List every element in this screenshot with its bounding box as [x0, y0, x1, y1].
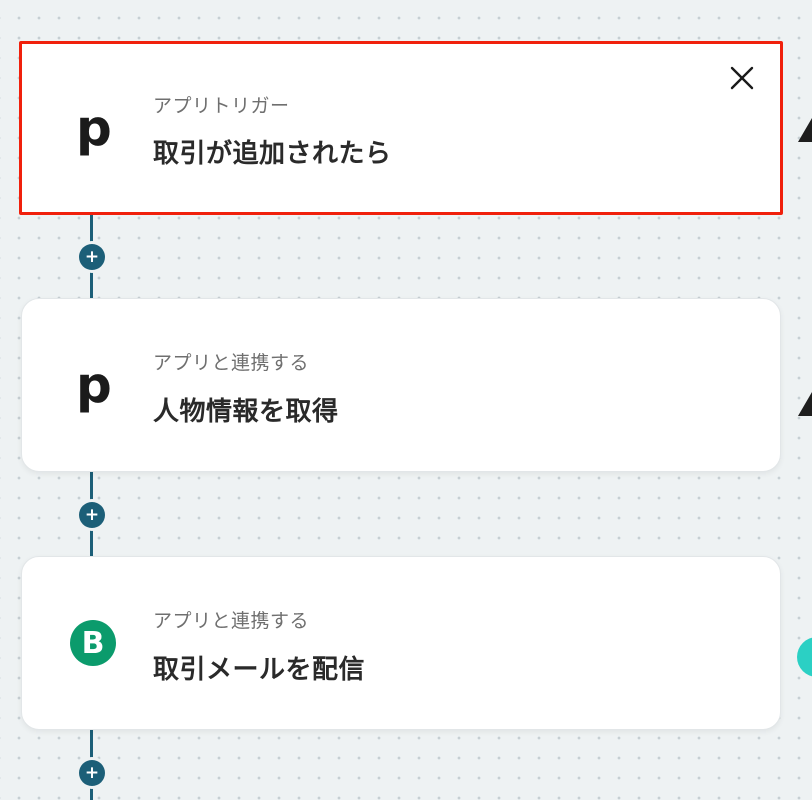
flow-step-card[interactable]: B アプリと連携する 取引メールを配信 [21, 556, 781, 730]
add-step-button[interactable]: + [79, 502, 105, 528]
add-step-button[interactable]: + [79, 244, 105, 270]
step-type-label: アプリと連携する [153, 610, 310, 632]
brevo-icon: B [70, 620, 116, 666]
step-title: 取引メールを配信 [153, 655, 366, 685]
add-step-button[interactable]: + [79, 760, 105, 786]
offscreen-node-shape [798, 392, 812, 416]
pipedrive-icon: p [76, 99, 112, 157]
close-icon[interactable] [728, 64, 756, 92]
flow-step-card-trigger[interactable]: p アプリトリガー 取引が追加されたら [19, 41, 783, 215]
offscreen-node-circle [797, 637, 812, 677]
pipedrive-icon: p [76, 356, 112, 414]
step-title: 取引が追加されたら [153, 139, 392, 169]
offscreen-node-shape [798, 118, 812, 142]
flow-step-card[interactable]: p アプリと連携する 人物情報を取得 [21, 298, 781, 472]
step-type-label: アプリトリガー [153, 95, 290, 117]
step-title: 人物情報を取得 [153, 397, 339, 427]
step-type-label: アプリと連携する [153, 352, 310, 374]
